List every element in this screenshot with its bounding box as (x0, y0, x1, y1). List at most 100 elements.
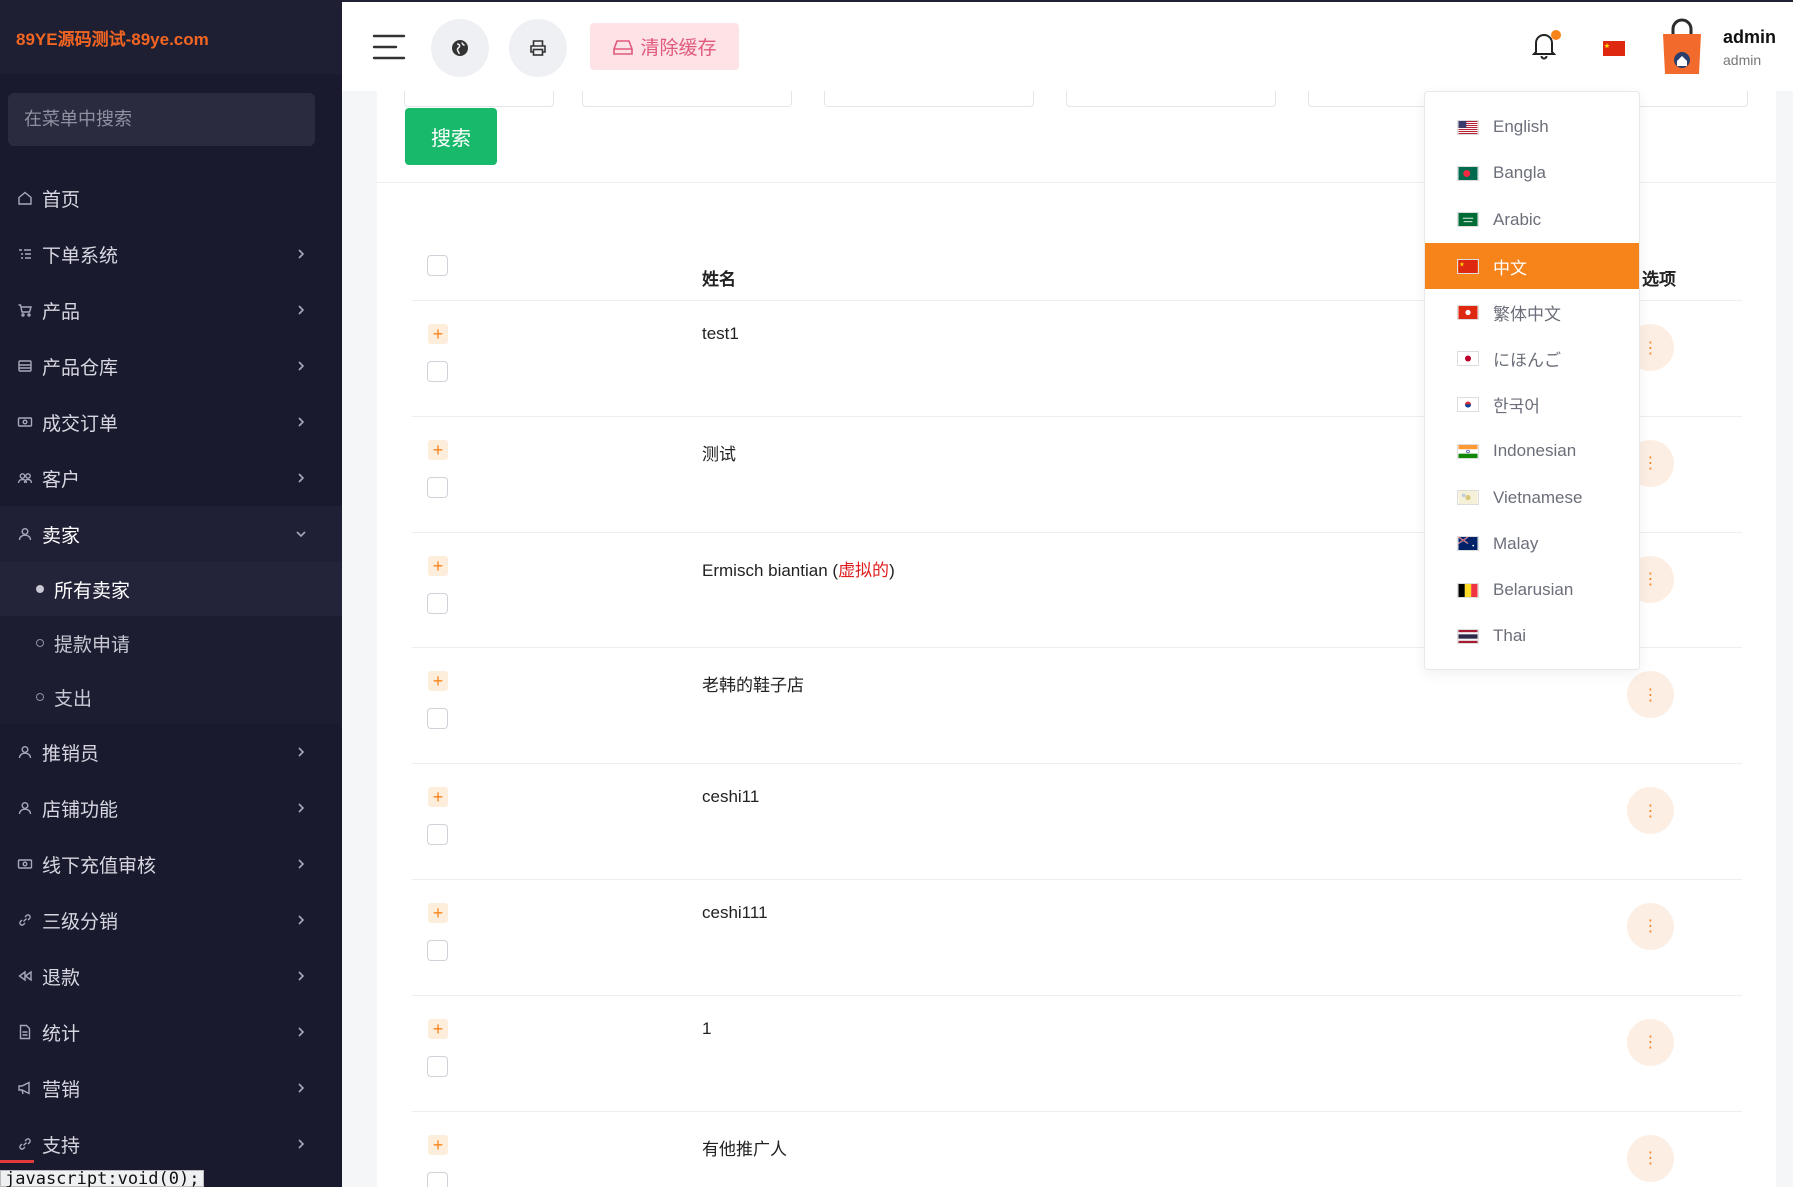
sidebar-item-shop-features[interactable]: 店铺功能 (0, 780, 342, 836)
sidebar-subitem-label: 支出 (54, 688, 93, 710)
column-header-name: 姓名 (702, 270, 736, 289)
sidebar-item-customers[interactable]: 客户 (0, 450, 342, 506)
sidebar-item-offline-recharge[interactable]: 线下充值审核 (0, 836, 342, 892)
expand-row-icon[interactable]: + (428, 555, 448, 576)
hamburger-menu-icon[interactable] (372, 32, 406, 62)
brand-title[interactable]: 89YE源码测试-89ye.com (0, 0, 342, 74)
chevron-right-icon (298, 1139, 305, 1149)
sidebar-item-label: 客户 (42, 469, 81, 491)
options-button[interactable]: ⋮ (1627, 1134, 1674, 1182)
language-option-thai[interactable]: Thai (1425, 613, 1639, 659)
filter-input[interactable] (824, 91, 1034, 107)
expand-row-icon[interactable]: + (428, 787, 448, 808)
table-row: + ceshi111 ⋮ (412, 880, 1742, 996)
row-checkbox[interactable] (427, 824, 448, 846)
row-checkbox[interactable] (427, 708, 448, 730)
sidebar-item-warehouse[interactable]: 产品仓库 (0, 338, 342, 394)
options-button[interactable]: ⋮ (1627, 787, 1674, 835)
language-option-arabic[interactable]: Arabic (1425, 197, 1639, 243)
sidebar-subitem-withdrawals[interactable]: 提款申请 (0, 616, 342, 670)
chevron-right-icon (298, 1083, 305, 1093)
language-option-korean[interactable]: 한국어 (1425, 382, 1639, 428)
options-button[interactable]: ⋮ (1627, 1018, 1674, 1066)
more-vertical-icon: ⋮ (1642, 1034, 1659, 1052)
link-icon (16, 911, 34, 929)
sidebar-item-label: 产品仓库 (42, 357, 119, 379)
sidebar-item-label: 成交订单 (42, 413, 119, 435)
select-all-checkbox[interactable] (427, 255, 448, 276)
visit-site-button[interactable] (431, 19, 489, 77)
row-checkbox[interactable] (427, 939, 448, 961)
topbar: 清除缓存 admin admin (342, 0, 1793, 91)
search-button[interactable]: 搜索 (405, 108, 497, 165)
sidebar-subitem-all-sellers[interactable]: 所有卖家 (0, 562, 342, 616)
expand-row-icon[interactable]: + (428, 1018, 448, 1039)
sidebar-item-support[interactable]: 支持 (0, 1116, 342, 1172)
shop-bag-avatar-icon[interactable] (1658, 16, 1706, 78)
clear-cache-label: 清除缓存 (640, 38, 717, 59)
language-option-indonesian[interactable]: Indonesian (1425, 428, 1639, 474)
language-option-traditional-chinese[interactable]: 繁体中文 (1425, 289, 1639, 335)
bullet-icon (36, 585, 44, 593)
cart-icon (16, 301, 34, 319)
sidebar-item-orders[interactable]: 成交订单 (0, 394, 342, 450)
chevron-right-icon (298, 747, 305, 757)
sidebar-item-salesmen[interactable]: 推销员 (0, 724, 342, 780)
sidebar-item-label: 店铺功能 (42, 799, 119, 821)
document-icon (16, 1023, 34, 1041)
filter-input[interactable] (1066, 91, 1276, 107)
sidebar-item-distribution[interactable]: 三级分销 (0, 892, 342, 948)
more-vertical-icon: ⋮ (1642, 1150, 1659, 1168)
expand-row-icon[interactable]: + (428, 671, 448, 692)
language-option-english[interactable]: English (1425, 104, 1639, 150)
sidebar-item-statistics[interactable]: 统计 (0, 1004, 342, 1060)
sidebar-subitem-payouts[interactable]: 支出 (0, 670, 342, 724)
sidebar-item-refunds[interactable]: 退款 (0, 948, 342, 1004)
row-checkbox[interactable] (427, 1055, 448, 1077)
sidebar-item-home[interactable]: 首页 (0, 170, 342, 226)
language-label: Bangla (1493, 163, 1546, 183)
expand-row-icon[interactable]: + (428, 1134, 448, 1155)
seller-name: 有他推广人 (702, 1139, 787, 1159)
expand-row-icon[interactable]: + (428, 324, 448, 344)
sidebar-item-marketing[interactable]: 营销 (0, 1060, 342, 1116)
sidebar-search-input[interactable] (8, 93, 315, 146)
table-row: + ceshi11 ⋮ (412, 764, 1742, 880)
row-checkbox[interactable] (427, 361, 448, 382)
expand-row-icon[interactable]: + (428, 439, 448, 460)
clear-cache-button[interactable]: 清除缓存 (590, 23, 739, 70)
language-option-bangla[interactable]: Bangla (1425, 150, 1639, 196)
user-name[interactable]: admin (1723, 27, 1776, 48)
filter-input[interactable] (404, 91, 554, 107)
expand-row-icon[interactable]: + (428, 902, 448, 923)
options-button[interactable]: ⋮ (1627, 902, 1674, 950)
bullet-icon (36, 639, 44, 647)
language-label: Indonesian (1493, 441, 1577, 461)
bullet-icon (36, 693, 44, 701)
sidebar-item-order-system[interactable]: 下单系统 (0, 226, 342, 282)
language-option-malay[interactable]: Malay (1425, 521, 1639, 567)
filter-input[interactable] (582, 91, 792, 107)
language-label: Arabic (1493, 209, 1542, 229)
chevron-right-icon (298, 417, 305, 427)
sidebar-menu: 首页 下单系统 产品 产品仓库 成交订单 客户 卖家 所有卖家 提款申请 支出 … (0, 170, 342, 1172)
row-checkbox[interactable] (427, 476, 448, 498)
seller-name: ceshi111 (702, 902, 768, 922)
print-button[interactable] (509, 19, 567, 77)
language-option-japanese[interactable]: にほんご (1425, 335, 1639, 381)
row-checkbox[interactable] (427, 592, 448, 614)
sidebar-subitem-label: 提款申请 (54, 634, 131, 656)
seller-name: test1 (702, 324, 739, 343)
sidebar-item-label: 下单系统 (42, 245, 119, 267)
options-button[interactable]: ⋮ (1627, 671, 1674, 719)
language-option-chinese[interactable]: 中文 (1425, 242, 1639, 290)
sidebar-item-sellers[interactable]: 卖家 (0, 506, 342, 562)
more-vertical-icon: ⋮ (1642, 802, 1659, 820)
language-option-vietnamese[interactable]: Vietnamese (1425, 474, 1639, 520)
column-header-options: 选项 (1642, 270, 1676, 289)
flag-cn-icon[interactable] (1603, 41, 1625, 56)
hard-drive-icon (613, 39, 634, 55)
language-option-belarusian[interactable]: Belarusian (1425, 567, 1639, 613)
row-checkbox[interactable] (427, 1171, 448, 1187)
sidebar-item-products[interactable]: 产品 (0, 282, 342, 338)
